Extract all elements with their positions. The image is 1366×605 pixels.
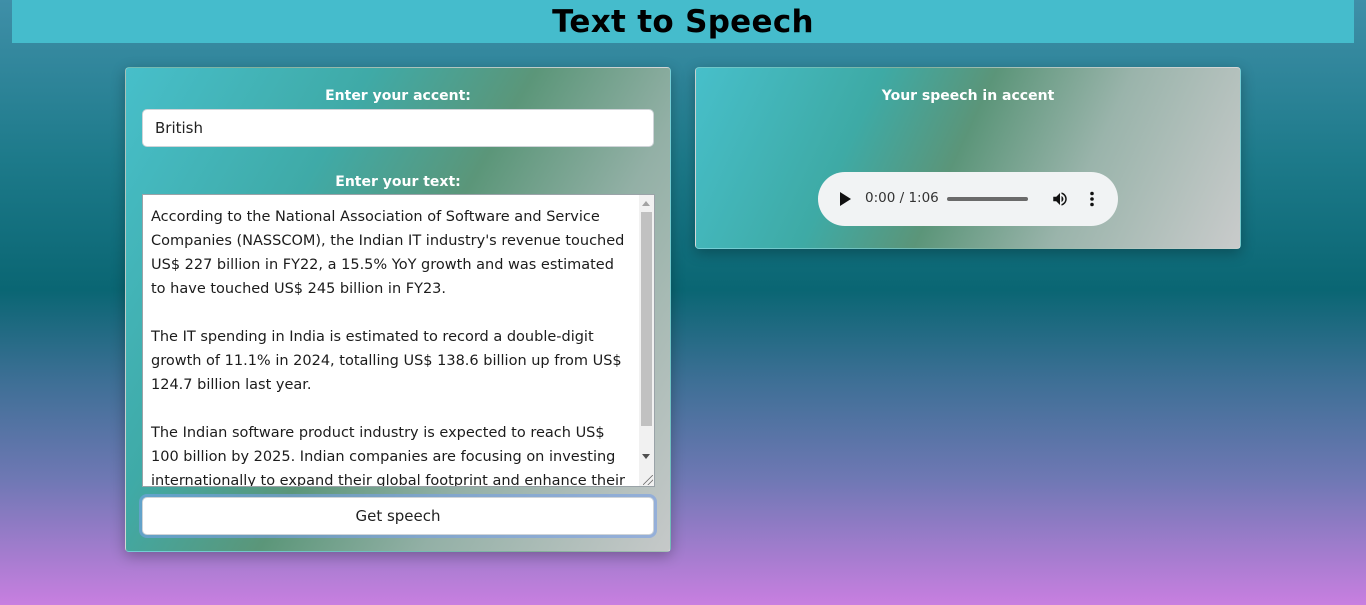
volume-icon[interactable] — [1051, 190, 1069, 208]
scroll-thumb[interactable] — [641, 212, 652, 426]
text-input[interactable]: According to the National Association of… — [142, 194, 655, 487]
accent-label: Enter your accent: — [325, 88, 471, 104]
resize-handle-icon[interactable] — [643, 475, 653, 485]
scroll-up-arrow-icon[interactable] — [642, 201, 650, 206]
get-speech-button[interactable]: Get speech — [142, 497, 654, 535]
page-title: Text to Speech — [552, 3, 814, 40]
text-label: Enter your text: — [335, 174, 461, 190]
text-paragraph: The IT spending in India is estimated to… — [151, 329, 622, 393]
text-paragraph: According to the National Association of… — [151, 209, 625, 297]
output-card: Your speech in accent 0:00 / 1:06 — [695, 67, 1241, 249]
audio-time: 0:00 / 1:06 — [865, 190, 939, 206]
accent-input[interactable]: British — [142, 109, 654, 147]
page-header: Text to Speech — [12, 0, 1354, 43]
scroll-down-arrow-icon[interactable] — [642, 454, 650, 459]
audio-player[interactable]: 0:00 / 1:06 — [818, 172, 1118, 226]
accent-input-value: British — [155, 119, 203, 137]
text-input-content: According to the National Association of… — [151, 205, 631, 487]
text-paragraph: The Indian software product industry is … — [151, 425, 626, 487]
audio-progress-slider[interactable] — [947, 197, 1028, 201]
output-title: Your speech in accent — [881, 88, 1055, 104]
more-vertical-icon[interactable] — [1088, 191, 1096, 207]
input-card: Enter your accent: British Enter your te… — [125, 67, 671, 552]
play-icon[interactable] — [840, 192, 851, 206]
textarea-scrollbar[interactable] — [639, 195, 654, 486]
